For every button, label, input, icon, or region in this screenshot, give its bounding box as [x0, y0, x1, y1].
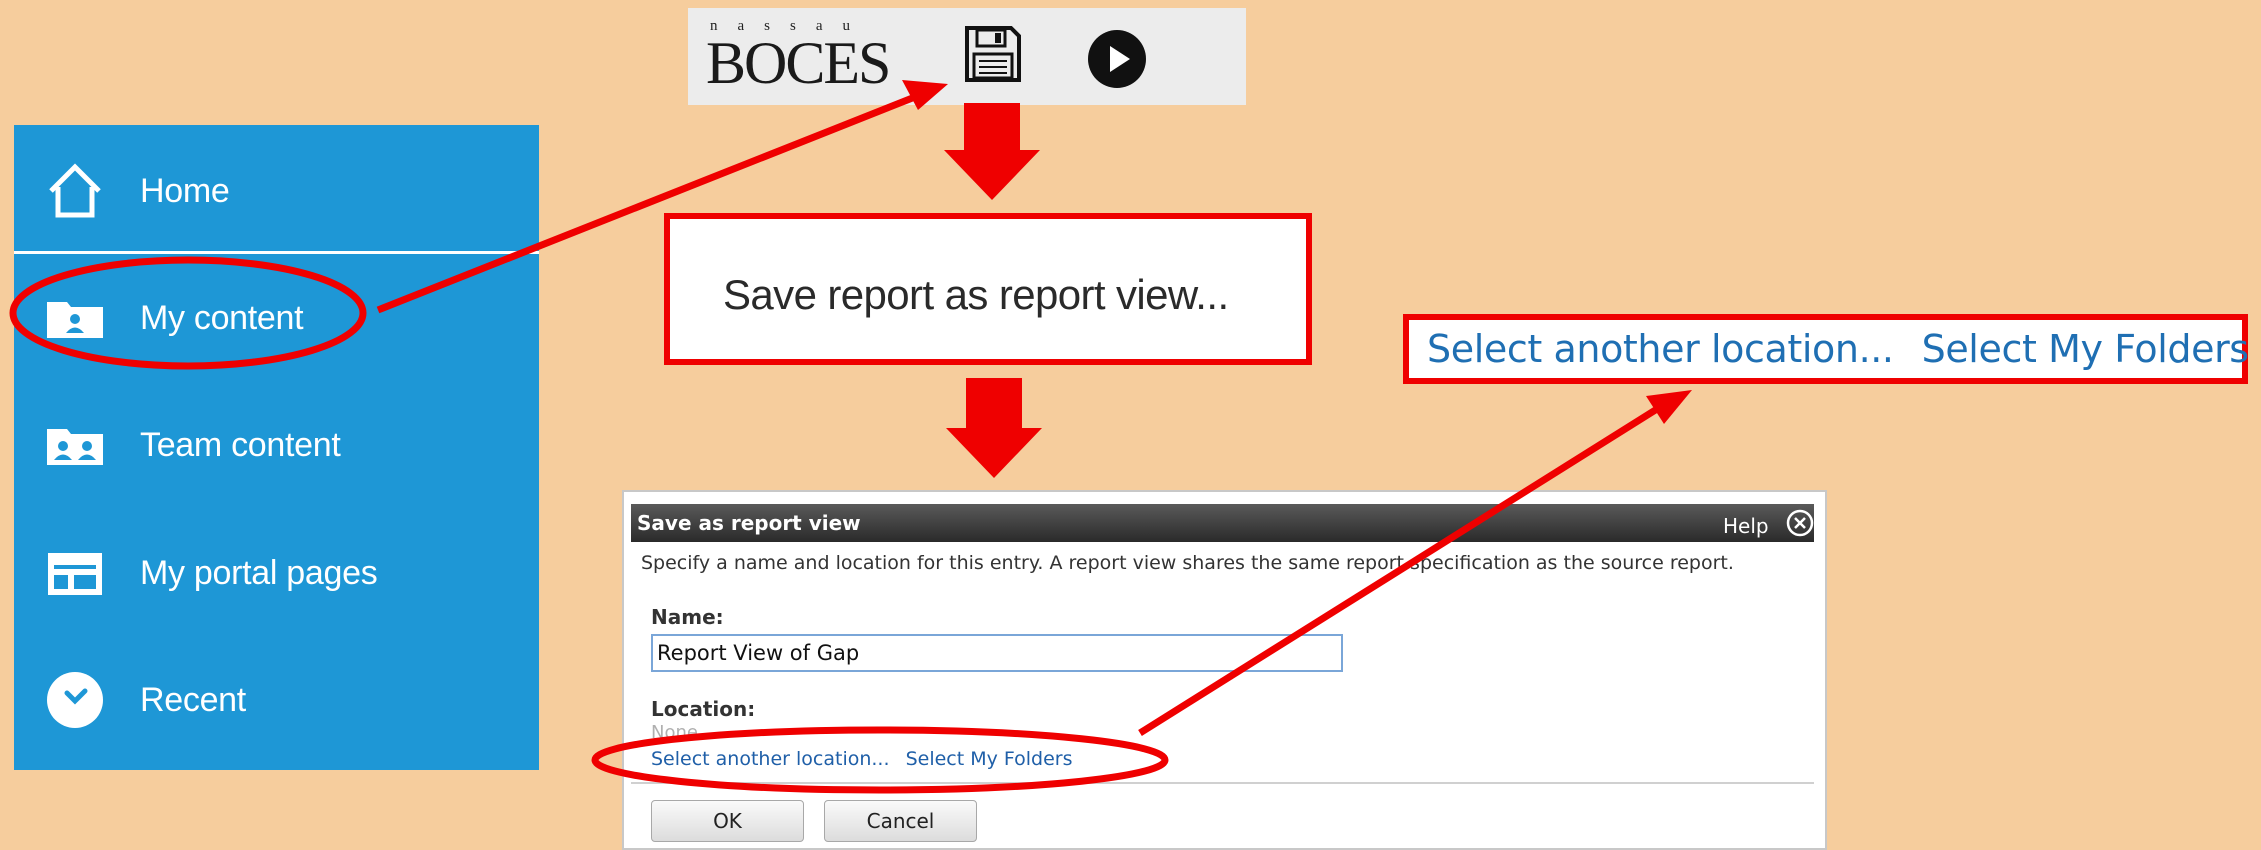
dialog-description: Specify a name and location for this ent…: [641, 552, 1734, 574]
select-my-folders-link[interactable]: Select My Folders: [1922, 327, 2249, 371]
sidebar-item-my-portal-pages[interactable]: My portal pages: [14, 513, 539, 633]
select-links-callout: Select another location... Select My Fol…: [1403, 314, 2249, 384]
run-play-icon[interactable]: [1086, 28, 1148, 90]
nassau-boces-logo: nassau BOCES: [706, 18, 901, 96]
save-floppy-icon[interactable]: [963, 24, 1023, 84]
logo-title: BOCES: [706, 30, 891, 96]
sidebar-item-label: Team content: [140, 425, 341, 464]
location-links: Select another location... Select My Fol…: [651, 748, 1073, 770]
save-menu-label: Save report as report view...: [723, 271, 1229, 318]
dialog-title: Save as report view: [637, 511, 861, 535]
sidebar-item-recent[interactable]: Recent: [14, 640, 539, 760]
save-as-report-view-menu-item[interactable]: Save report as report view...: [664, 213, 1312, 365]
sidebar-item-label: Recent: [140, 680, 246, 719]
arrow-head: [1646, 390, 1692, 424]
my-content-folder-icon: [45, 288, 105, 348]
sidebar-nav: Home My content Team content My portal p…: [14, 125, 539, 770]
home-icon: [45, 161, 105, 221]
portal-pages-icon: [45, 543, 105, 603]
save-as-report-view-dialog: Save as report view Help Specify a name …: [622, 490, 1827, 850]
sidebar-item-label: Home: [140, 171, 230, 210]
select-another-location-link[interactable]: Select another location...: [1427, 327, 1894, 371]
location-value: None: [651, 722, 698, 743]
down-arrow-icon: [946, 378, 1042, 478]
sidebar-item-label: My content: [140, 298, 304, 337]
help-link[interactable]: Help: [1723, 514, 1769, 538]
ok-button[interactable]: OK: [651, 800, 804, 842]
sidebar-item-label: My portal pages: [140, 553, 378, 592]
team-content-folder-icon: [45, 415, 105, 475]
name-field[interactable]: [651, 634, 1343, 672]
nav-divider: [14, 251, 539, 254]
sidebar-item-team-content[interactable]: Team content: [14, 385, 539, 505]
location-label: Location:: [651, 697, 756, 721]
dialog-divider: [631, 782, 1814, 784]
sidebar-item-my-content[interactable]: My content: [14, 258, 539, 378]
select-my-folders-link[interactable]: Select My Folders: [906, 748, 1073, 770]
report-toolbar: nassau BOCES: [688, 8, 1246, 105]
select-another-location-link[interactable]: Select another location...: [651, 748, 890, 770]
name-label: Name:: [651, 605, 724, 629]
sidebar-item-home[interactable]: Home: [14, 131, 539, 251]
close-icon[interactable]: [1786, 509, 1814, 537]
recent-clock-icon: [45, 670, 105, 730]
cancel-button[interactable]: Cancel: [824, 800, 977, 842]
down-arrow-icon: [944, 103, 1040, 200]
dialog-title-bar: Save as report view Help: [631, 504, 1814, 542]
